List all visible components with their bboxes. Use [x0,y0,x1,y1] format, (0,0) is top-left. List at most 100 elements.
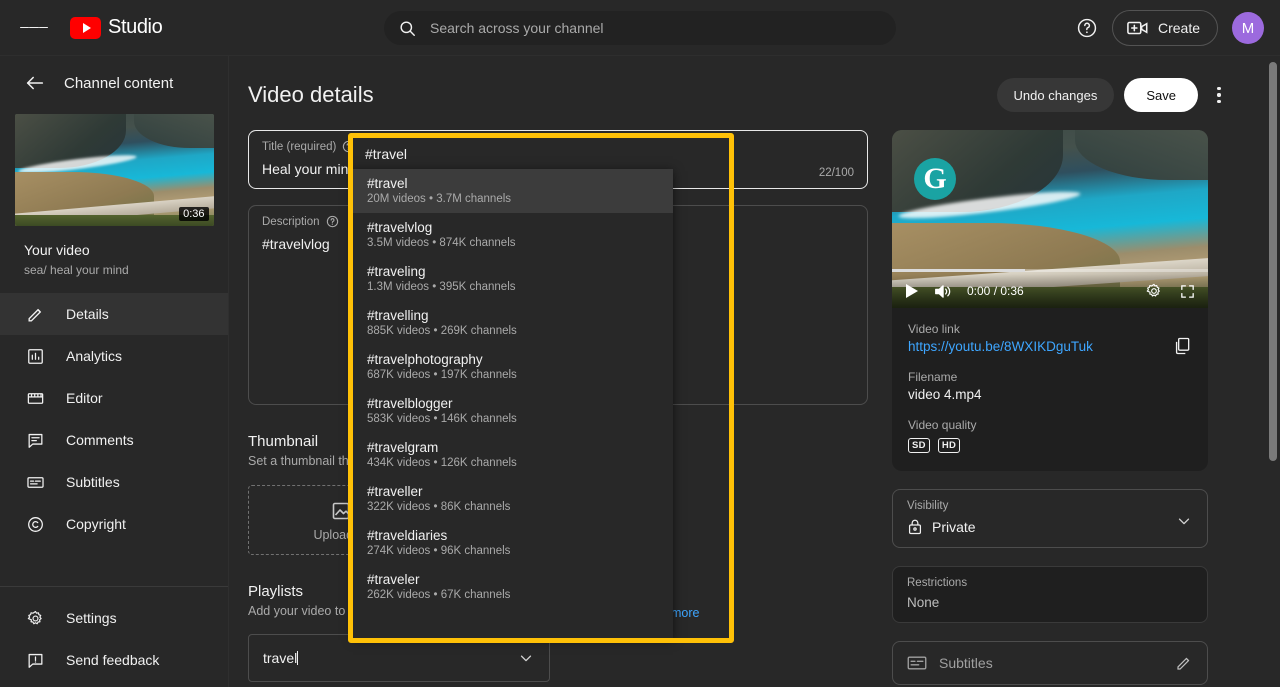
feedback-icon [24,649,46,671]
help-circle-icon[interactable] [326,215,339,228]
visibility-value-row: Private [907,518,1193,535]
avatar[interactable]: M [1232,12,1264,44]
youtube-play-icon [70,17,101,39]
visibility-value: Private [932,519,976,535]
video-player[interactable]: G 0:00 / 0:36 [892,130,1208,308]
hashtag-tag: #travelvlog [367,220,659,235]
hashtag-stats: 20M videos • 3.7M channels [367,193,659,205]
sidebar-item-subtitles[interactable]: Subtitles [0,461,228,503]
fullscreen-icon[interactable] [1179,283,1196,300]
hashtag-stats: 885K videos • 269K channels [367,325,659,337]
hashtag-suggestion[interactable]: #travel 20M videos • 3.7M channels [353,169,673,213]
channel-content-label: Channel content [64,75,173,92]
player-progress-bar[interactable] [892,269,1208,272]
bar-chart-icon [24,345,46,367]
save-button[interactable]: Save [1124,78,1198,112]
visibility-card[interactable]: Visibility Private [892,489,1208,548]
comment-icon [24,429,46,451]
hashtag-suggestion[interactable]: #travelvlog 3.5M videos • 874K channels [353,213,673,257]
search-input[interactable] [430,20,860,36]
hashtag-typed-text: #travel [353,138,729,169]
playlist-select-value: travel [263,650,297,666]
play-icon[interactable] [904,283,920,299]
hashtag-autocomplete-panel[interactable]: #travel 20M videos • 3.7M channels #trav… [353,169,673,638]
subtitles-icon [24,471,46,493]
kebab-menu-icon[interactable] [1208,78,1230,112]
right-column: G 0:00 / 0:36 [892,130,1208,685]
video-quality-block: Video quality SD HD [908,418,1192,453]
quality-badge-hd: HD [938,438,960,453]
sidebar-item-details[interactable]: Details [0,293,228,335]
sidebar-item-copyright[interactable]: Copyright [0,503,228,545]
hashtag-tag: #travelphotography [367,352,659,367]
player-controls: 0:00 / 0:36 [892,274,1208,308]
pencil-icon[interactable] [1175,654,1193,672]
subtitles-card[interactable]: Subtitles [892,641,1208,685]
sidebar-item-settings[interactable]: Settings [0,597,228,639]
hashtag-stats: 274K videos • 96K channels [367,545,659,557]
hamburger-icon[interactable] [20,14,48,42]
sidebar-item-label: Subtitles [66,474,120,490]
quality-badge-sd: SD [908,438,930,453]
image-upload-icon [331,499,355,523]
hashtag-suggestion[interactable]: #traveling 1.3M videos • 395K channels [353,257,673,301]
hashtag-suggestion[interactable]: #travelblogger 583K videos • 146K channe… [353,389,673,433]
sidebar-item-label: Copyright [66,516,126,532]
hashtag-stats: 583K videos • 146K channels [367,413,659,425]
sidebar-item-label: Details [66,306,109,322]
hashtag-suggestion[interactable]: #travelling 885K videos • 269K channels [353,301,673,345]
copyright-icon [24,513,46,535]
search-bar[interactable] [384,11,896,45]
gear-icon[interactable] [1145,282,1163,300]
sidebar-bottom-nav: Settings Send feedback [0,572,228,687]
film-strip-icon [24,387,46,409]
video-title: Your video [24,242,228,258]
chevron-down-icon[interactable] [1175,512,1193,530]
hashtag-tag: #travelgram [367,440,659,455]
sidebar-item-label: Editor [66,390,103,406]
pencil-icon [24,303,46,325]
sidebar-item-label: Analytics [66,348,122,364]
hashtag-suggestion[interactable]: #traveldiaries 274K videos • 96K channel… [353,521,673,565]
video-plus-icon [1127,19,1149,37]
hashtag-stats: 3.5M videos • 874K channels [367,237,659,249]
top-bar: Studio Create M [0,0,1280,56]
search-icon [398,19,417,38]
hashtag-stats: 1.3M videos • 395K channels [367,281,659,293]
undo-changes-button[interactable]: Undo changes [997,78,1115,112]
help-circle-icon[interactable] [1076,17,1098,39]
sidebar-item-analytics[interactable]: Analytics [0,335,228,377]
studio-logo[interactable]: Studio [70,16,162,39]
hashtag-suggestion[interactable]: #travelgram 434K videos • 126K channels [353,433,673,477]
sidebar: Channel content 0:36 Your video sea/ hea… [0,56,229,687]
video-thumbnail[interactable]: 0:36 [15,114,214,226]
back-arrow-icon[interactable] [24,72,46,94]
show-more-link[interactable]: more [671,606,699,620]
sidebar-item-editor[interactable]: Editor [0,377,228,419]
hashtag-tag: #travelblogger [367,396,659,411]
channel-watermark: G [914,158,956,200]
top-bar-actions: Create M [1076,0,1264,56]
scrollbar-thumb[interactable] [1269,62,1277,461]
sidebar-item-comments[interactable]: Comments [0,419,228,461]
lock-icon [907,518,923,535]
visibility-label: Visibility [907,500,1193,512]
video-preview-card: G 0:00 / 0:36 [892,130,1208,471]
playlist-select[interactable]: travel [248,634,550,682]
video-link[interactable]: https://youtu.be/8WXIKDguTuk [908,339,1192,354]
sidebar-item-label: Send feedback [66,652,159,668]
video-quality-label: Video quality [908,418,1192,432]
hashtag-stats: 434K videos • 126K channels [367,457,659,469]
volume-icon[interactable] [934,283,953,300]
hashtag-suggestion[interactable]: #travelphotography 687K videos • 197K ch… [353,345,673,389]
create-button[interactable]: Create [1112,10,1218,46]
page-scrollbar[interactable] [1266,56,1280,687]
hashtag-suggestion[interactable]: #traveller 322K videos • 86K channels [353,477,673,521]
sidebar-item-send-feedback[interactable]: Send feedback [0,639,228,681]
copy-icon[interactable] [1172,336,1192,356]
subtitles-icon [907,655,927,671]
hashtag-suggestion[interactable]: #traveler 262K videos • 67K channels [353,565,673,609]
hashtag-tag: #travelling [367,308,659,323]
filename-label: Filename [908,370,1192,384]
hashtag-stats: 687K videos • 197K channels [367,369,659,381]
